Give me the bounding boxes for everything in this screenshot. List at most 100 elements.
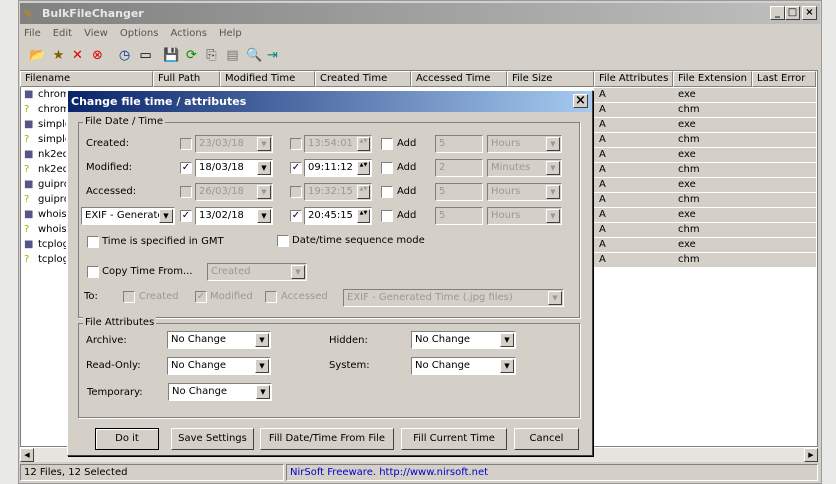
date-picker[interactable]: 26/03/18 ▼ bbox=[195, 183, 273, 201]
time-input[interactable]: 19:32:15 ▲▼ bbox=[304, 183, 372, 201]
add-amount-input[interactable]: 5 bbox=[435, 135, 483, 153]
filename-cell[interactable]: whoisc bbox=[38, 223, 66, 237]
add-checkbox[interactable] bbox=[381, 162, 393, 174]
time-input[interactable]: 13:54:01 ▲▼ bbox=[304, 135, 372, 153]
close-button[interactable]: × bbox=[802, 6, 817, 20]
menu-help[interactable]: Help bbox=[219, 28, 242, 39]
clear-icon[interactable]: ⊗ bbox=[89, 47, 106, 64]
table-row-selection[interactable] bbox=[594, 208, 816, 222]
find-icon[interactable]: 🔍 bbox=[246, 47, 263, 64]
gmt-checkbox[interactable] bbox=[87, 236, 99, 248]
time-checkbox[interactable] bbox=[290, 186, 302, 198]
add-checkbox[interactable] bbox=[381, 186, 393, 198]
temporary-select[interactable]: No Change ▼ bbox=[168, 383, 272, 401]
sequence-mode-checkbox[interactable] bbox=[277, 235, 289, 247]
menu-view[interactable]: View bbox=[84, 28, 108, 39]
column-header[interactable]: Accessed Time bbox=[411, 71, 507, 87]
copy-from-select[interactable]: Created ▼ bbox=[207, 263, 307, 281]
menu-file[interactable]: File bbox=[24, 28, 41, 39]
add-unit-select[interactable]: Hours ▼ bbox=[487, 183, 562, 201]
filename-cell[interactable]: tcplog bbox=[38, 238, 66, 252]
table-row-selection[interactable] bbox=[594, 163, 816, 177]
to-accessed-checkbox[interactable] bbox=[265, 291, 277, 303]
menu-options[interactable]: Options bbox=[120, 28, 159, 39]
add-unit-select[interactable]: Hours ▼ bbox=[487, 207, 562, 225]
save-settings-button[interactable]: Save Settings bbox=[171, 428, 254, 450]
column-header[interactable]: Created Time bbox=[315, 71, 411, 87]
spinner-icon[interactable]: ▲▼ bbox=[357, 185, 370, 199]
time-checkbox[interactable]: ✓ bbox=[290, 162, 302, 174]
column-header[interactable]: File Attributes bbox=[594, 71, 673, 87]
add-checkbox[interactable] bbox=[381, 210, 393, 222]
time-checkbox[interactable] bbox=[290, 138, 302, 150]
filename-cell[interactable]: nk2edi bbox=[38, 148, 66, 162]
filename-cell[interactable]: chrome bbox=[38, 88, 66, 102]
date-type-select[interactable]: EXIF - Generated ▼ bbox=[81, 207, 175, 225]
date-picker[interactable]: 13/02/18 ▼ bbox=[195, 207, 273, 225]
spinner-icon[interactable]: ▲▼ bbox=[357, 161, 370, 175]
table-row-selection[interactable] bbox=[594, 103, 816, 117]
dialog-close-button[interactable]: × bbox=[573, 94, 588, 108]
table-row-selection[interactable] bbox=[594, 193, 816, 207]
open-folder-icon[interactable]: 📂 bbox=[29, 47, 46, 64]
add-amount-input[interactable]: 5 bbox=[435, 183, 483, 201]
copy-icon[interactable]: ⎘ bbox=[203, 47, 220, 64]
spinner-icon[interactable]: ▲▼ bbox=[357, 137, 370, 151]
column-header[interactable]: Last Error bbox=[752, 71, 816, 87]
table-row-selection[interactable] bbox=[594, 178, 816, 192]
filename-cell[interactable]: simple bbox=[38, 118, 66, 132]
clock-icon[interactable]: ◷ bbox=[116, 47, 133, 64]
archive-select[interactable]: No Change ▼ bbox=[167, 331, 271, 349]
filename-cell[interactable]: guipro bbox=[38, 178, 66, 192]
add-unit-select[interactable]: Hours ▼ bbox=[487, 135, 562, 153]
system-select[interactable]: No Change ▼ bbox=[411, 357, 516, 375]
date-checkbox[interactable] bbox=[180, 138, 192, 150]
date-picker[interactable]: 18/03/18 ▼ bbox=[195, 159, 273, 177]
spinner-icon[interactable]: ▲▼ bbox=[357, 209, 370, 223]
delete-icon[interactable]: ✕ bbox=[69, 47, 86, 64]
window-icon[interactable]: ▭ bbox=[137, 47, 154, 64]
maximize-button[interactable]: □ bbox=[785, 6, 800, 20]
date-checkbox[interactable] bbox=[180, 186, 192, 198]
table-row-selection[interactable] bbox=[594, 253, 816, 267]
to-created-checkbox[interactable] bbox=[123, 291, 135, 303]
filename-cell[interactable]: whoisc bbox=[38, 208, 66, 222]
add-unit-select[interactable]: Minutes ▼ bbox=[487, 159, 562, 177]
column-header[interactable]: File Size bbox=[507, 71, 594, 87]
exit-icon[interactable]: ⇥ bbox=[264, 47, 281, 64]
column-header[interactable]: Full Path bbox=[153, 71, 220, 87]
readonly-select[interactable]: No Change ▼ bbox=[167, 357, 271, 375]
time-input[interactable]: 09:11:12 ▲▼ bbox=[304, 159, 372, 177]
date-picker[interactable]: 23/03/18 ▼ bbox=[195, 135, 273, 153]
fill-current-time-button[interactable]: Fill Current Time bbox=[401, 428, 507, 450]
copy-time-checkbox[interactable] bbox=[87, 266, 99, 278]
scroll-right-button[interactable]: ▶ bbox=[804, 448, 818, 462]
menu-actions[interactable]: Actions bbox=[170, 28, 207, 39]
column-header[interactable]: Filename bbox=[20, 71, 153, 87]
table-row-selection[interactable] bbox=[594, 133, 816, 147]
add-files-icon[interactable]: ★ bbox=[50, 47, 67, 64]
save-icon[interactable]: 💾 bbox=[163, 47, 180, 64]
filename-cell[interactable]: simple bbox=[38, 133, 66, 147]
time-input[interactable]: 20:45:15 ▲▼ bbox=[304, 207, 372, 225]
column-header[interactable]: Modified Time bbox=[220, 71, 315, 87]
table-row-selection[interactable] bbox=[594, 88, 816, 102]
time-checkbox[interactable]: ✓ bbox=[290, 210, 302, 222]
filename-cell[interactable]: chrome bbox=[38, 103, 66, 117]
table-row-selection[interactable] bbox=[594, 238, 816, 252]
date-checkbox[interactable]: ✓ bbox=[180, 210, 192, 222]
do-it-button[interactable]: Do it bbox=[95, 428, 159, 450]
table-row-selection[interactable] bbox=[594, 148, 816, 162]
cancel-button[interactable]: Cancel bbox=[514, 428, 579, 450]
refresh-icon[interactable]: ⟳ bbox=[183, 47, 200, 64]
fill-from-file-button[interactable]: Fill Date/Time From File bbox=[260, 428, 394, 450]
properties-icon[interactable]: ▤ bbox=[224, 47, 241, 64]
filename-cell[interactable]: nk2edi bbox=[38, 163, 66, 177]
menu-edit[interactable]: Edit bbox=[53, 28, 72, 39]
add-checkbox[interactable] bbox=[381, 138, 393, 150]
scroll-left-button[interactable]: ◀ bbox=[20, 448, 34, 462]
add-amount-input[interactable]: 5 bbox=[435, 207, 483, 225]
minimize-button[interactable]: _ bbox=[770, 6, 785, 20]
table-row-selection[interactable] bbox=[594, 118, 816, 132]
add-amount-input[interactable]: 2 bbox=[435, 159, 483, 177]
